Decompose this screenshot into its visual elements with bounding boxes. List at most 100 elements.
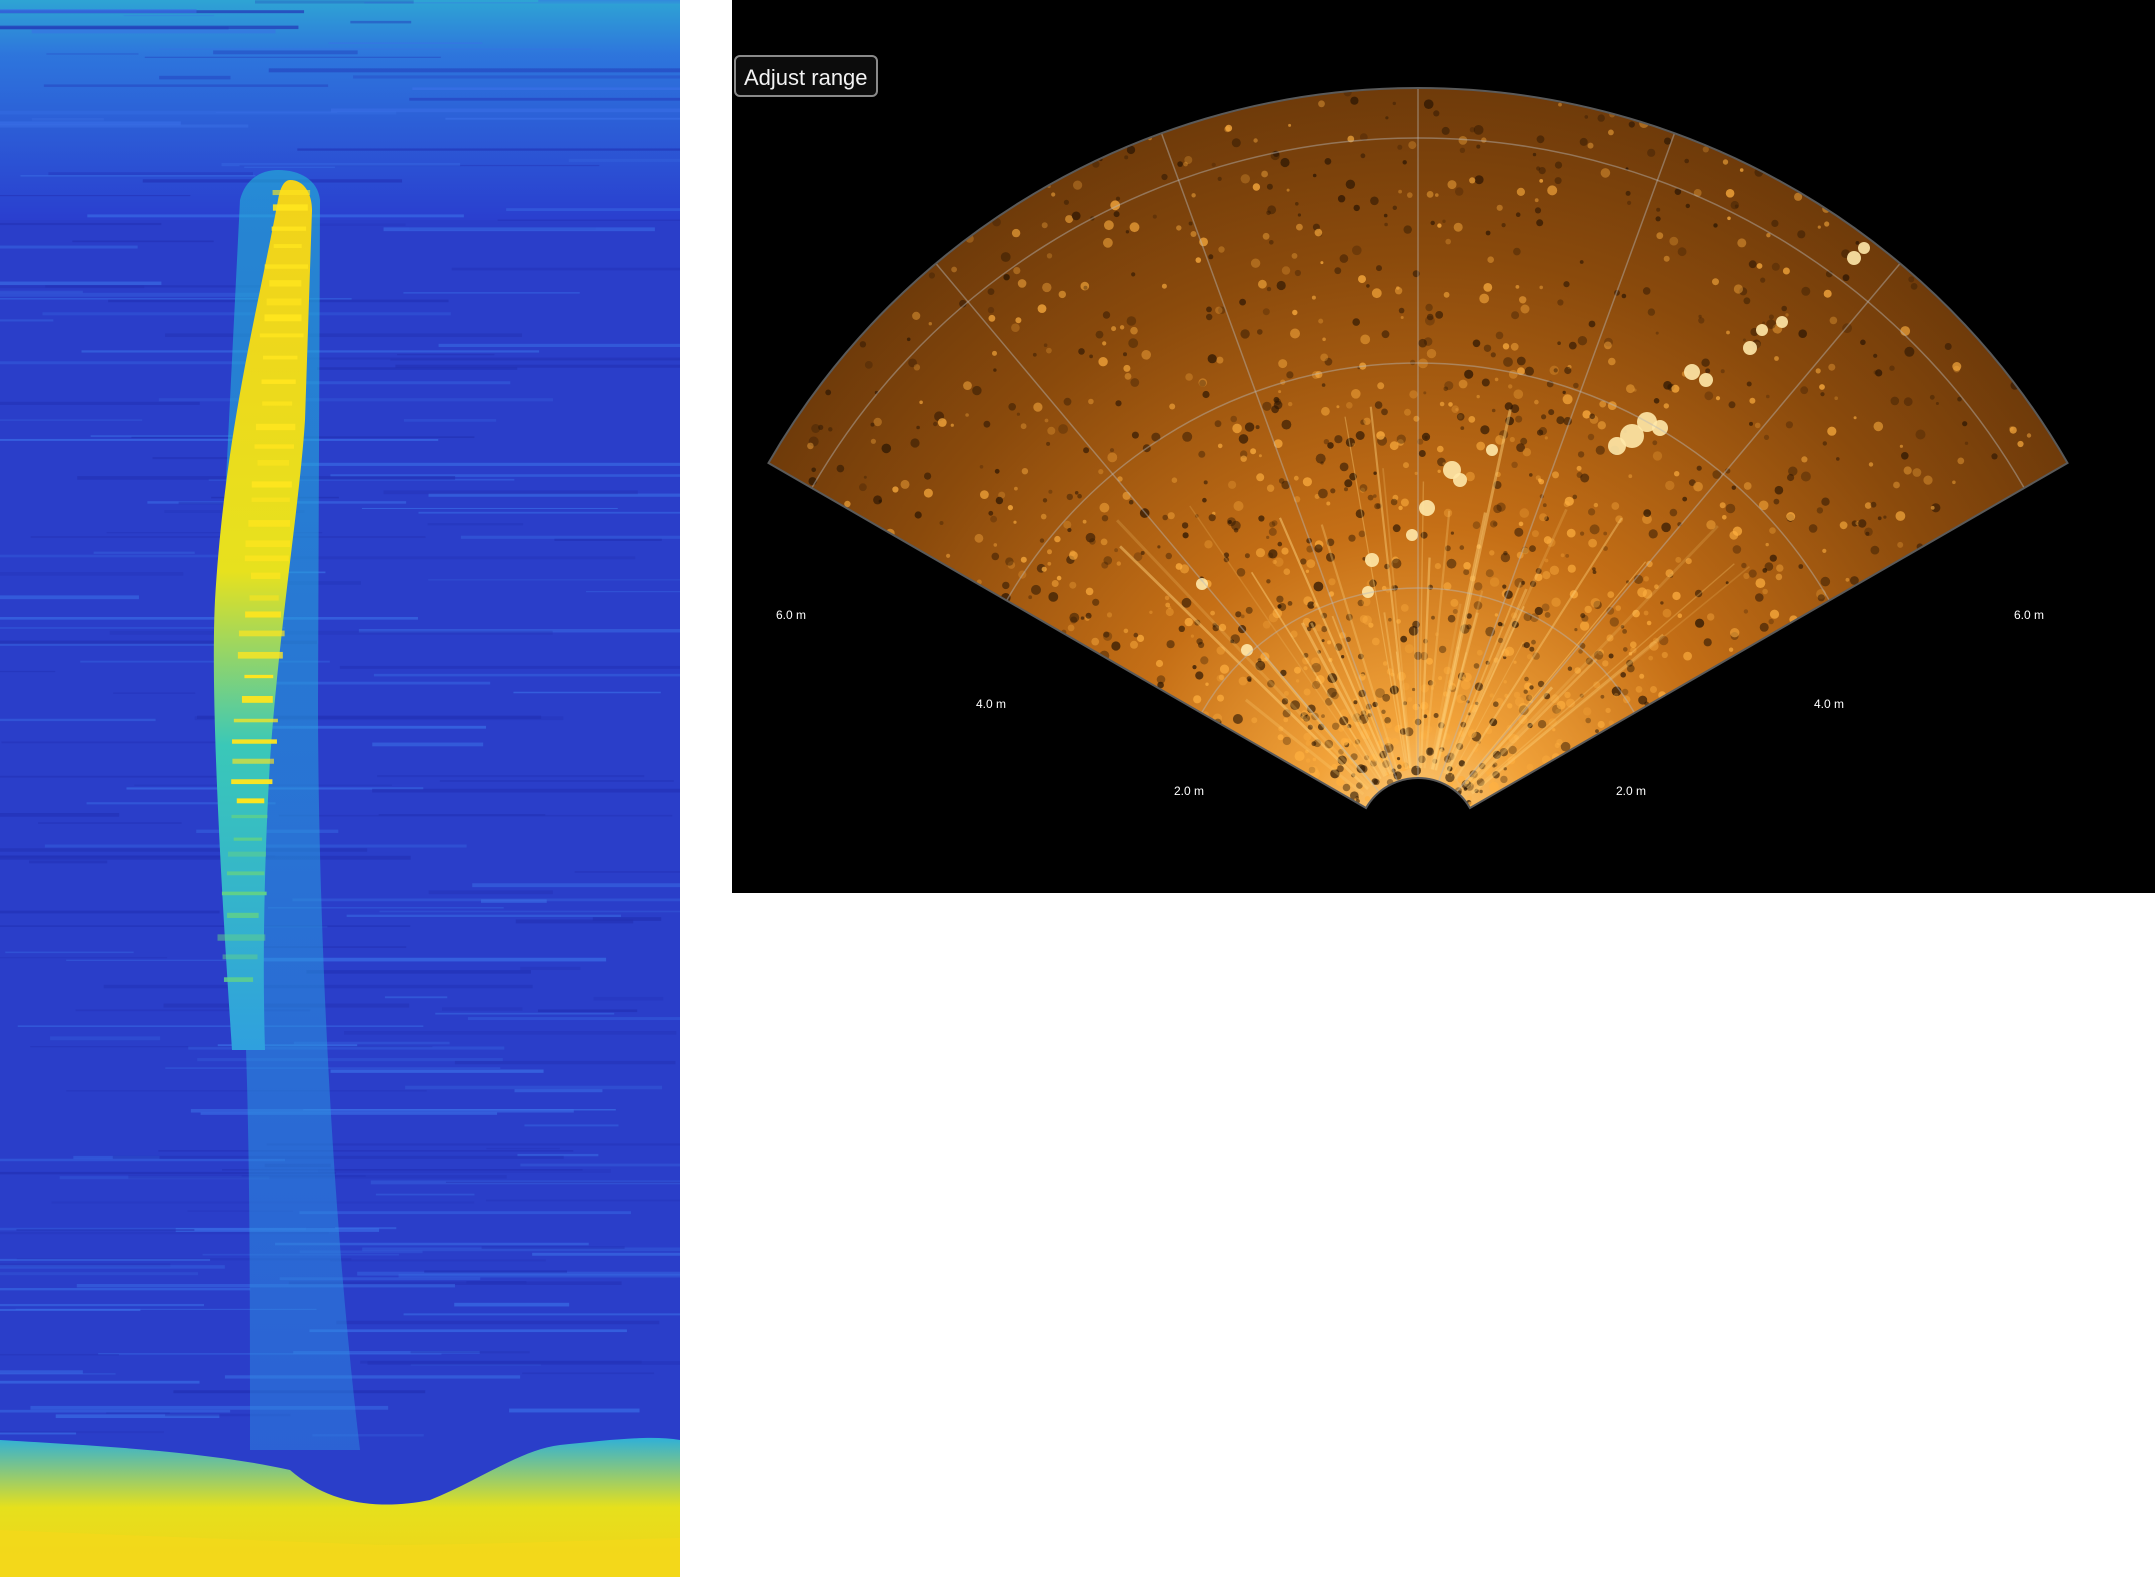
speckle — [1728, 401, 1736, 409]
speckle — [1184, 617, 1193, 627]
speckle — [1425, 315, 1435, 326]
speckle — [1126, 316, 1137, 326]
speckle — [1696, 465, 1702, 471]
speckle — [1864, 502, 1872, 509]
echogram-streak — [472, 883, 680, 888]
speckle — [1463, 562, 1471, 570]
speckle — [1336, 765, 1344, 773]
speckle — [1245, 606, 1253, 614]
speckle — [1534, 399, 1539, 405]
speckle — [1350, 96, 1359, 105]
speckle — [1115, 400, 1122, 407]
echogram-streak — [353, 75, 680, 79]
echogram-streak — [309, 1329, 627, 1333]
speckle — [1398, 505, 1403, 511]
speckle — [1294, 666, 1301, 674]
speckle — [1169, 403, 1176, 410]
plume-band — [257, 460, 289, 466]
speckle — [1346, 402, 1353, 409]
plume-band — [221, 891, 267, 896]
speckle — [1531, 639, 1536, 645]
speckle — [1407, 192, 1413, 198]
speckle — [1663, 255, 1670, 262]
plume-band — [272, 190, 311, 196]
speckle — [892, 486, 899, 493]
speckle — [1128, 338, 1139, 349]
plume-band — [223, 977, 254, 982]
speckle — [1580, 531, 1585, 536]
echogram-streak — [593, 996, 664, 1001]
speckle — [1489, 577, 1500, 587]
echogram-streak — [113, 692, 196, 694]
speckle — [1385, 722, 1393, 729]
speckle — [1800, 471, 1811, 482]
speckle — [1503, 551, 1508, 556]
echogram-streak — [514, 1089, 603, 1093]
speckle — [881, 443, 892, 454]
speckle — [1206, 313, 1213, 321]
speckle — [1637, 587, 1647, 598]
echogram-streak — [367, 1361, 680, 1365]
speckle — [1819, 384, 1825, 390]
speckle — [1458, 379, 1468, 389]
speckle — [937, 418, 947, 427]
speckle — [1178, 625, 1185, 632]
speckle — [1438, 645, 1447, 654]
echogram-streak — [197, 1058, 503, 1062]
speckle — [1611, 502, 1620, 510]
echo-target — [1406, 529, 1418, 541]
speckle — [1171, 477, 1178, 484]
speckle — [1815, 368, 1821, 374]
speckle — [1190, 231, 1197, 237]
speckle — [900, 479, 910, 489]
speckle — [859, 483, 867, 492]
speckle — [1046, 347, 1052, 354]
echogram-streak — [586, 591, 680, 593]
speckle — [1455, 408, 1459, 411]
speckle — [1058, 424, 1068, 434]
plume-band — [254, 444, 295, 449]
speckle — [1839, 521, 1848, 530]
speckle — [1749, 397, 1756, 404]
speckle — [1516, 187, 1525, 196]
plume-band — [226, 871, 265, 876]
plume-band — [222, 954, 258, 960]
speckle — [1083, 447, 1090, 454]
echogram-streak — [410, 1351, 530, 1354]
speckle — [1760, 277, 1766, 283]
echogram-streak — [427, 523, 524, 526]
speckle — [1655, 216, 1661, 222]
speckle — [1583, 707, 1592, 716]
speckle — [1292, 309, 1298, 316]
speckle — [1195, 257, 1202, 263]
speckle — [1643, 576, 1649, 582]
speckle — [1722, 159, 1729, 165]
speckle — [939, 521, 944, 525]
plume-band — [249, 595, 279, 601]
echogram-streak — [403, 291, 580, 294]
speckle — [1615, 605, 1621, 611]
echogram-view — [0, 0, 680, 1577]
speckle — [1352, 442, 1356, 446]
echogram-streak — [0, 616, 418, 620]
speckle — [1889, 365, 1895, 371]
speckle — [1515, 285, 1520, 289]
speckle — [836, 464, 845, 473]
speckle — [1698, 314, 1702, 319]
echogram-streak — [372, 788, 680, 793]
speckle — [1563, 501, 1570, 508]
speckle — [1672, 591, 1681, 601]
adjust-range-button[interactable]: Adjust range — [734, 55, 878, 97]
echogram-streak — [336, 1320, 660, 1325]
speckle — [1042, 498, 1048, 503]
speckle — [1373, 494, 1377, 498]
speckle — [1899, 444, 1903, 448]
echogram-streak — [0, 1288, 251, 1291]
speckle — [1448, 402, 1453, 407]
echogram-streak — [0, 245, 138, 249]
speckle — [1136, 634, 1145, 643]
echogram-streak — [372, 742, 484, 747]
speckle — [1860, 339, 1866, 346]
speckle — [1743, 572, 1750, 580]
plume-band — [238, 630, 285, 637]
